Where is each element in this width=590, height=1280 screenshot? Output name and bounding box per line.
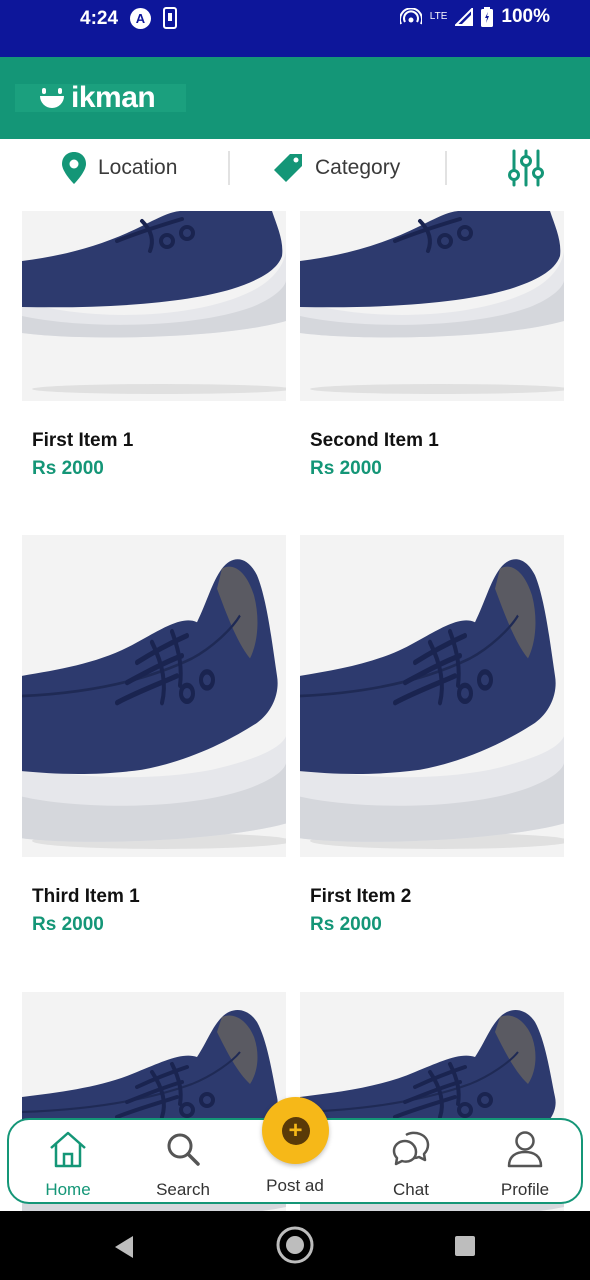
filter-divider [445, 151, 447, 185]
category-filter[interactable]: Category [273, 151, 400, 185]
app-logo[interactable]: ikman [15, 81, 186, 114]
location-label: Location [98, 156, 178, 179]
hotspot-icon [399, 8, 422, 25]
product-card[interactable] [22, 211, 286, 401]
nav-search-label: Search [156, 1180, 210, 1199]
nav-profile[interactable]: Profile [475, 1128, 575, 1200]
product-title: Second Item 1 [310, 430, 439, 451]
tag-icon [274, 154, 302, 182]
product-image [300, 535, 564, 857]
home-icon [50, 1131, 86, 1168]
location-pin-icon [62, 152, 86, 184]
product-card[interactable] [300, 535, 564, 857]
post-ad-label: Post ad [266, 1176, 324, 1195]
app-notification-icon: A [130, 8, 151, 29]
signal-icon [455, 8, 474, 26]
sliders-icon [508, 149, 544, 187]
post-ad-button[interactable]: + [262, 1097, 329, 1164]
recents-icon[interactable] [454, 1235, 476, 1257]
network-type: LTE [429, 11, 448, 22]
phone-icon [163, 7, 177, 29]
product-grid: First Item 1 Rs 2000 Second Item 1 Rs 20… [0, 211, 590, 1211]
system-nav-bar [0, 1211, 590, 1280]
status-bar: 4:24 A LTE 100% [0, 0, 590, 57]
filter-settings-button[interactable] [508, 149, 544, 187]
chat-icon [392, 1131, 430, 1166]
nav-home[interactable]: Home [18, 1128, 118, 1200]
product-price: Rs 2000 [32, 458, 104, 479]
logo-smile-icon [40, 88, 64, 108]
nav-profile-label: Profile [500, 1180, 550, 1199]
product-price: Rs 2000 [310, 914, 382, 935]
status-right: LTE 100% [399, 6, 550, 28]
product-title: Third Item 1 [32, 886, 140, 907]
location-filter[interactable]: Location [62, 151, 177, 185]
filter-bar: Location Category [0, 139, 590, 211]
product-title: First Item 1 [32, 430, 134, 451]
nav-chat-label: Chat [393, 1180, 429, 1199]
product-image [22, 211, 286, 401]
product-card[interactable] [300, 211, 564, 401]
product-price: Rs 2000 [32, 914, 104, 935]
nav-chat[interactable]: Chat [361, 1128, 461, 1200]
search-icon [167, 1133, 200, 1166]
app-header: ikman [0, 57, 590, 139]
profile-icon [507, 1131, 543, 1168]
status-time: 4:24 [80, 8, 119, 29]
product-image [300, 211, 564, 401]
nav-search[interactable]: Search [133, 1128, 233, 1200]
back-icon[interactable] [113, 1235, 135, 1259]
battery-percent: 100% [501, 6, 550, 27]
battery-icon [481, 7, 494, 27]
home-circle-icon[interactable] [275, 1225, 315, 1265]
nav-home-label: Home [45, 1180, 91, 1199]
logo-text: ikman [71, 81, 156, 114]
product-image [22, 535, 286, 857]
product-price: Rs 2000 [310, 458, 382, 479]
filter-divider [228, 151, 230, 185]
product-title: First Item 2 [310, 886, 412, 907]
category-label: Category [315, 156, 401, 179]
plus-icon: + [281, 1116, 310, 1145]
product-card[interactable] [22, 535, 286, 857]
